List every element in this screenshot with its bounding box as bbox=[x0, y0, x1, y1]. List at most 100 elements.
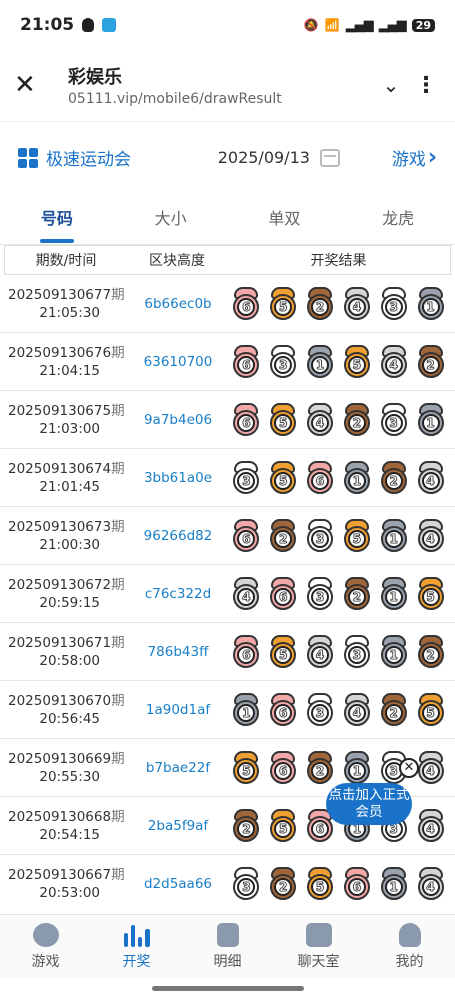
nav-game[interactable]: 游戏 bbox=[0, 915, 91, 978]
animal-ball-icon: 3 bbox=[231, 866, 261, 902]
game-switch-button[interactable]: 游戏 › bbox=[392, 145, 437, 170]
ball-number: 2 bbox=[384, 703, 403, 722]
table-row[interactable]: 202509130671期 20:58:00 786b43ff 6 5 4 3 1 2 bbox=[0, 623, 455, 681]
ball-number: 1 bbox=[384, 529, 403, 548]
period-suffix: 期 bbox=[111, 460, 125, 477]
animal-ball-icon: 1 bbox=[342, 460, 372, 496]
ball-number: 3 bbox=[311, 703, 330, 722]
ball-number: 3 bbox=[311, 587, 330, 606]
animal-ball-icon: 3 bbox=[305, 518, 335, 554]
table-row[interactable]: 202509130675期 21:03:00 9a7b4e06 6 5 4 2 3 1 bbox=[0, 391, 455, 449]
close-icon[interactable]: ✕ bbox=[14, 70, 54, 100]
period-cell: 202509130672期 20:59:15 bbox=[0, 576, 132, 612]
ball-number: 4 bbox=[421, 529, 440, 548]
result-balls: 356124 bbox=[224, 460, 455, 496]
table-row[interactable]: 202509130667期 20:53:00 d2d5aa66 3 2 5 6 1 4 bbox=[0, 855, 455, 907]
animal-ball-icon: 5 bbox=[416, 576, 446, 612]
animal-ball-icon: 2 bbox=[305, 750, 335, 786]
chevron-down-icon[interactable]: ⌄ bbox=[371, 73, 411, 97]
block-hash[interactable]: 1a90d1af bbox=[132, 702, 224, 718]
calendar-icon[interactable] bbox=[319, 148, 340, 167]
ball-number: 5 bbox=[237, 761, 256, 780]
block-hash[interactable]: 6b66ec0b bbox=[132, 296, 224, 312]
block-hash[interactable]: 9a7b4e06 bbox=[132, 412, 224, 428]
table-header: 期数/时间 区块高度 开奖结果 bbox=[4, 245, 451, 275]
more-icon[interactable]: ⋮ bbox=[411, 73, 441, 98]
ball-number: 5 bbox=[421, 587, 440, 606]
animal-ball-icon: 5 bbox=[342, 518, 372, 554]
tab-size[interactable]: 大小 bbox=[114, 197, 228, 245]
ball-number: 3 bbox=[274, 355, 293, 374]
animal-ball-icon: 5 bbox=[268, 634, 298, 670]
ball-number: 4 bbox=[311, 413, 330, 432]
animal-ball-icon: 4 bbox=[342, 692, 372, 728]
ball-number: 6 bbox=[274, 703, 293, 722]
block-hash[interactable]: 3bb61a0e bbox=[132, 470, 224, 486]
table-row[interactable]: 202509130670期 20:56:45 1a90d1af 1 6 3 4 2 5 bbox=[0, 681, 455, 739]
period-suffix: 期 bbox=[111, 286, 125, 303]
ball-number: 2 bbox=[347, 413, 366, 432]
ball-number: 5 bbox=[274, 413, 293, 432]
table-row[interactable]: 202509130673期 21:00:30 96266d82 6 2 3 5 1 4 bbox=[0, 507, 455, 565]
tab-number[interactable]: 号码 bbox=[0, 197, 114, 245]
animal-ball-icon: 1 bbox=[416, 402, 446, 438]
ball-number: 2 bbox=[237, 819, 256, 838]
table-row[interactable]: 202509130674期 21:01:45 3bb61a0e 3 5 6 1 2 4 bbox=[0, 449, 455, 507]
block-hash[interactable]: 786b43ff bbox=[132, 644, 224, 660]
period-suffix: 期 bbox=[111, 808, 125, 825]
battery-icon: 29 bbox=[411, 18, 435, 32]
block-hash[interactable]: 63610700 bbox=[132, 354, 224, 370]
animal-ball-icon: 1 bbox=[416, 286, 446, 322]
tab-dragon-tiger[interactable]: 龙虎 bbox=[341, 197, 455, 245]
ball-number: 1 bbox=[237, 703, 256, 722]
date-picker[interactable]: 2025/09/13 bbox=[218, 148, 340, 167]
home-indicator[interactable] bbox=[152, 986, 304, 991]
ball-number: 6 bbox=[347, 877, 366, 896]
period-suffix: 期 bbox=[111, 866, 125, 883]
ball-number: 4 bbox=[347, 703, 366, 722]
game-name[interactable]: 极速运动会 bbox=[46, 145, 131, 170]
animal-ball-icon: 4 bbox=[305, 634, 335, 670]
animal-ball-icon: 2 bbox=[342, 576, 372, 612]
period-suffix: 期 bbox=[111, 576, 125, 593]
status-time: 21:05 bbox=[20, 15, 75, 35]
close-badge-icon[interactable]: ✕ bbox=[399, 758, 419, 778]
animal-ball-icon: 6 bbox=[231, 402, 261, 438]
animal-ball-icon: 5 bbox=[268, 286, 298, 322]
period-number: 202509130672 bbox=[8, 576, 112, 593]
nav-draw[interactable]: 开奖 bbox=[91, 915, 182, 978]
table-row[interactable]: 202509130672期 20:59:15 c76c322d 4 6 3 2 1 5 bbox=[0, 565, 455, 623]
ball-number: 5 bbox=[274, 645, 293, 664]
animal-ball-icon: 2 bbox=[379, 692, 409, 728]
block-hash[interactable]: d2d5aa66 bbox=[132, 876, 224, 892]
ball-number: 6 bbox=[311, 471, 330, 490]
block-hash[interactable]: b7bae22f bbox=[132, 760, 224, 776]
nav-chat[interactable]: 聊天室 bbox=[273, 915, 364, 978]
period-time: 21:03:00 bbox=[39, 420, 100, 437]
table-row[interactable]: 202509130676期 21:04:15 63610700 6 3 1 5 4 2 bbox=[0, 333, 455, 391]
tab-odd-even[interactable]: 单双 bbox=[228, 197, 342, 245]
result-tabs: 号码 大小 单双 龙虎 bbox=[0, 197, 455, 245]
animal-ball-icon: 3 bbox=[379, 286, 409, 322]
result-balls: 652431 bbox=[224, 286, 455, 322]
join-member-button[interactable]: 点击加入正式会员 bbox=[326, 783, 412, 825]
bottom-nav: 游戏 开奖 明细 聊天室 我的 bbox=[0, 914, 455, 978]
period-cell: 202509130677期 21:05:30 bbox=[0, 286, 132, 322]
header-period: 期数/时间 bbox=[35, 253, 97, 269]
period-number: 202509130671 bbox=[8, 634, 112, 651]
nav-me[interactable]: 我的 bbox=[364, 915, 455, 978]
ball-number: 2 bbox=[274, 877, 293, 896]
table-row[interactable]: 202509130677期 21:05:30 6b66ec0b 6 5 2 4 3 1 bbox=[0, 275, 455, 333]
period-number: 202509130668 bbox=[8, 808, 112, 825]
block-hash[interactable]: 96266d82 bbox=[132, 528, 224, 544]
ball-number: 1 bbox=[311, 355, 330, 374]
period-time: 20:56:45 bbox=[39, 710, 100, 727]
animal-ball-icon: 1 bbox=[231, 692, 261, 728]
block-hash[interactable]: 2ba5f9af bbox=[132, 818, 224, 834]
animal-ball-icon: 6 bbox=[231, 634, 261, 670]
animal-ball-icon: 6 bbox=[305, 460, 335, 496]
grid-icon[interactable] bbox=[18, 147, 38, 168]
game-switch-label: 游戏 bbox=[391, 150, 426, 170]
block-hash[interactable]: c76c322d bbox=[132, 586, 224, 602]
nav-detail[interactable]: 明细 bbox=[182, 915, 273, 978]
